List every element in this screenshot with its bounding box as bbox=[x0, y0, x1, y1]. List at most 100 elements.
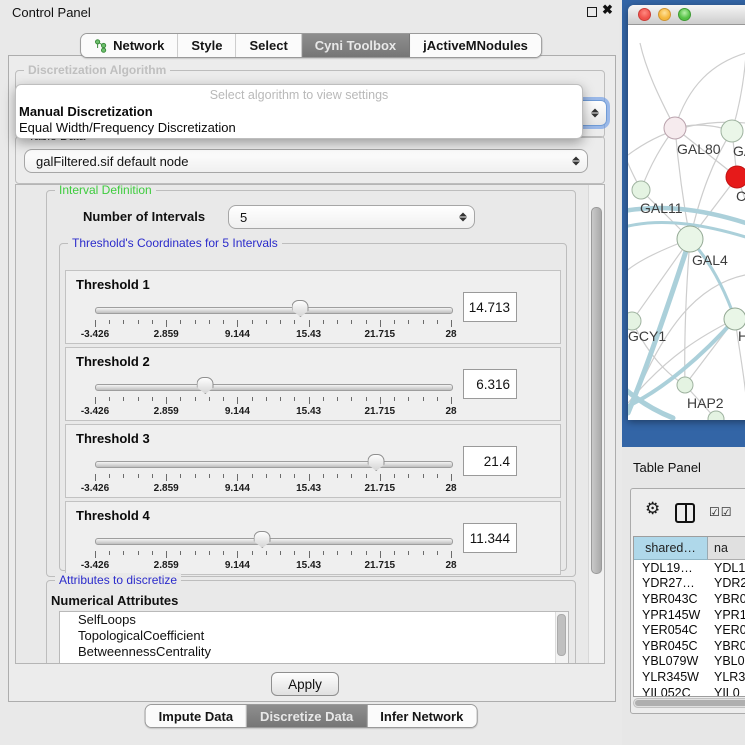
slider-tick bbox=[309, 474, 310, 481]
slider-tick bbox=[309, 320, 310, 327]
scrollbar-thumb[interactable] bbox=[591, 207, 602, 574]
slider-tick bbox=[180, 474, 181, 478]
columns-icon[interactable] bbox=[675, 503, 695, 523]
network-node-h-node[interactable] bbox=[724, 308, 745, 330]
tab-network[interactable]: Network bbox=[81, 34, 178, 57]
table-row[interactable]: YBR045CYBR0 bbox=[634, 638, 745, 654]
table-row[interactable]: YLR345WYLR3 bbox=[634, 669, 745, 685]
threshold-label: Threshold 2 bbox=[76, 354, 150, 369]
network-node-top-right-node[interactable] bbox=[721, 120, 743, 142]
table-row[interactable]: YDL19…YDL1 bbox=[634, 560, 745, 576]
algorithm-option-manual-discretization[interactable]: Manual Discretization bbox=[19, 104, 579, 120]
slider-tick bbox=[223, 320, 224, 324]
table-cell: YIL052C bbox=[634, 685, 708, 697]
network-node-label: GAL4 bbox=[692, 252, 728, 268]
apply-button[interactable]: Apply bbox=[271, 672, 339, 696]
threshold-value-field[interactable]: 21.4 bbox=[463, 446, 517, 476]
tab-select[interactable]: Select bbox=[236, 34, 301, 57]
column-header-name[interactable]: na bbox=[708, 537, 745, 560]
slider-tick bbox=[152, 474, 153, 478]
table-data-combobox[interactable]: galFiltered.sif default node bbox=[24, 149, 588, 173]
network-svg: GAL80GACGAL11GAL4GCY1HHAP2 bbox=[628, 25, 745, 420]
network-node-label: C bbox=[736, 188, 745, 204]
slider-tick bbox=[95, 320, 96, 327]
table-row[interactable]: YER054CYER0 bbox=[634, 622, 745, 638]
network-node-gal11-node[interactable] bbox=[632, 181, 650, 199]
tab-style[interactable]: Style bbox=[178, 34, 236, 57]
list-item-selfloops[interactable]: SelfLoops bbox=[60, 612, 568, 628]
close-traffic-light-icon[interactable] bbox=[638, 8, 651, 21]
table-cell: YBL0 bbox=[708, 654, 745, 670]
threshold-slider-2[interactable]: -3.4262.8599.14415.4321.71528 bbox=[95, 378, 451, 418]
algorithm-option-equal-width-frequency-discretization[interactable]: Equal Width/Frequency Discretization bbox=[19, 120, 579, 136]
threshold-slider-3[interactable]: -3.4262.8599.14415.4321.71528 bbox=[95, 455, 451, 495]
table-cell: YDL1 bbox=[708, 560, 745, 576]
slider-tick bbox=[437, 397, 438, 401]
threshold-panel-2: Threshold 2 -3.4262.8599.14415.4321.71528… bbox=[65, 347, 561, 421]
slider-tick bbox=[408, 397, 409, 401]
slider-handle[interactable] bbox=[368, 454, 385, 471]
slider-tick bbox=[366, 320, 367, 324]
network-node-gal4-node[interactable] bbox=[677, 226, 703, 252]
slider-tick-label: -3.426 bbox=[81, 329, 109, 340]
zoom-traffic-light-icon[interactable] bbox=[678, 8, 691, 21]
network-canvas[interactable]: GAL80GACGAL11GAL4GCY1HHAP2 bbox=[628, 25, 745, 420]
network-edge[interactable] bbox=[675, 53, 745, 128]
table-row[interactable]: YDR27…YDR2 bbox=[634, 576, 745, 592]
slider-handle[interactable] bbox=[292, 300, 309, 317]
tab-cyni-toolbox[interactable]: Cyni Toolbox bbox=[302, 34, 410, 57]
list-item-betweennesscentrality[interactable]: BetweennessCentrality bbox=[60, 644, 568, 660]
slider-tick bbox=[166, 474, 167, 481]
minimize-traffic-light-icon[interactable] bbox=[658, 8, 671, 21]
interval-definition-title: Interval Definition bbox=[55, 184, 156, 197]
table-cell: YDR27… bbox=[634, 576, 708, 592]
slider-track bbox=[95, 307, 453, 314]
table-row[interactable]: YPR145WYPR1 bbox=[634, 607, 745, 623]
numerical-attributes-list[interactable]: SelfLoopsTopologicalCoefficientBetweenne… bbox=[59, 611, 569, 664]
network-edge[interactable] bbox=[640, 43, 675, 128]
slider-tick bbox=[180, 320, 181, 324]
network-edge-thick[interactable] bbox=[690, 239, 735, 319]
network-edge[interactable] bbox=[690, 239, 735, 319]
network-window-titlebar[interactable] bbox=[628, 5, 745, 25]
threshold-value-field[interactable]: 14.713 bbox=[463, 292, 517, 322]
control-panel-content: Discretization Algorithm Select algorith… bbox=[8, 55, 616, 702]
tab-discretize-data[interactable]: Discretize Data bbox=[247, 705, 367, 727]
settings-vertical-scrollbar[interactable] bbox=[588, 185, 604, 663]
gear-icon[interactable]: ⚙ bbox=[645, 500, 660, 517]
table-row[interactable]: YBR043CYBR0 bbox=[634, 591, 745, 607]
threshold-slider-4[interactable]: -3.4262.8599.14415.4321.71528 bbox=[95, 532, 451, 572]
tab-impute-data[interactable]: Impute Data bbox=[146, 705, 247, 727]
slider-tick bbox=[123, 474, 124, 478]
num-intervals-label: Number of Intervals bbox=[83, 209, 205, 224]
table-row[interactable]: YBL079WYBL0 bbox=[634, 654, 745, 670]
slider-handle[interactable] bbox=[254, 531, 271, 548]
list-item-topologicalcoefficient[interactable]: TopologicalCoefficient bbox=[60, 628, 568, 644]
threshold-value-field[interactable]: 6.316 bbox=[463, 369, 517, 399]
slider-handle[interactable] bbox=[197, 377, 214, 394]
table-row[interactable]: YIL052CYIL0 bbox=[634, 685, 745, 697]
num-intervals-combobox[interactable]: 5 bbox=[228, 205, 475, 229]
scrollbar-thumb[interactable] bbox=[635, 700, 745, 706]
float-window-icon[interactable] bbox=[587, 7, 597, 17]
column-header-shared-name[interactable]: shared… bbox=[634, 537, 708, 560]
slider-tick bbox=[223, 551, 224, 555]
tab-infer-network[interactable]: Infer Network bbox=[367, 705, 476, 727]
slider-tick bbox=[95, 474, 96, 481]
network-node-gal80-neighbor[interactable] bbox=[664, 117, 686, 139]
network-edge[interactable] bbox=[732, 55, 745, 131]
checkbox-icons[interactable]: ☑☑ bbox=[709, 505, 733, 519]
network-icon bbox=[94, 39, 107, 53]
close-icon[interactable]: ✖ bbox=[602, 2, 613, 18]
network-window: GAL80GACGAL11GAL4GCY1HHAP2 bbox=[628, 5, 745, 420]
threshold-slider-1[interactable]: -3.4262.8599.14415.4321.71528 bbox=[95, 301, 451, 341]
tab-jactivemnodules[interactable]: jActiveMNodules bbox=[410, 34, 541, 57]
slider-tick bbox=[138, 320, 139, 324]
threshold-value-field[interactable]: 11.344 bbox=[463, 523, 517, 553]
network-node-label: H bbox=[738, 328, 745, 344]
network-node-red-node[interactable] bbox=[726, 166, 745, 188]
network-node-hap2-node[interactable] bbox=[677, 377, 693, 393]
attributes-list-scrollbar[interactable] bbox=[555, 612, 568, 664]
table-data-group: Table Data galFiltered.sif default node bbox=[15, 136, 605, 184]
table-horizontal-scrollbar[interactable] bbox=[633, 698, 745, 708]
